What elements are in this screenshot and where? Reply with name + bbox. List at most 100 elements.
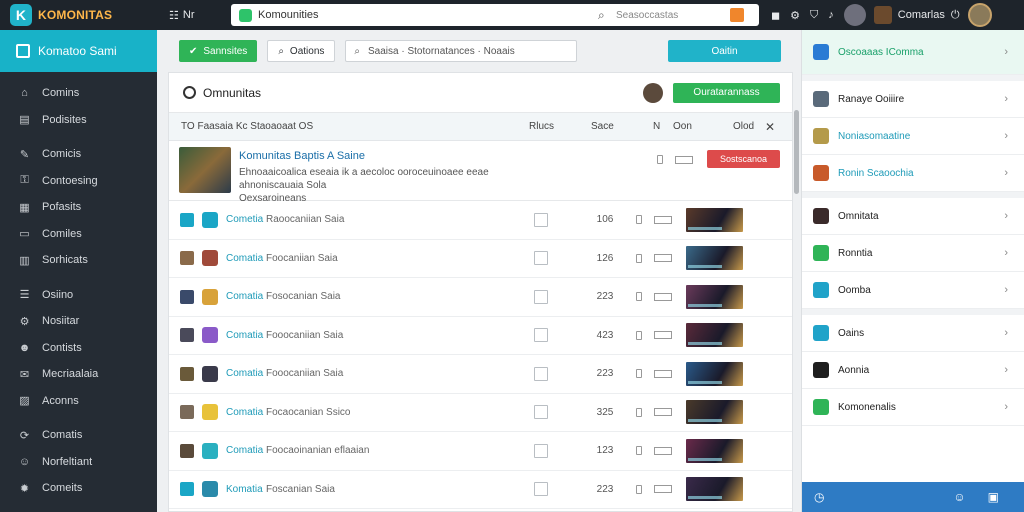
row-thumbnail[interactable] — [686, 207, 743, 232]
orange-tag-icon[interactable] — [730, 8, 744, 22]
brand[interactable]: K KOMONITAS — [0, 4, 157, 26]
column-header-2[interactable]: Sace — [591, 121, 653, 132]
table-row[interactable]: Comatia Fooocaniian Saia 423 — [169, 317, 792, 355]
card-action-button[interactable]: Ouratarannass — [673, 82, 780, 103]
row-checkbox[interactable] — [534, 212, 548, 227]
row-name[interactable]: Comatia — [226, 291, 266, 302]
row-avatar — [202, 481, 218, 498]
avatar[interactable] — [843, 4, 866, 26]
row-thumbnail[interactable] — [686, 246, 743, 271]
clock-icon[interactable]: ◷ — [814, 490, 824, 504]
row-thumbnail[interactable] — [686, 361, 743, 386]
primary-button[interactable]: Oaitin — [668, 40, 781, 62]
row-thumbnail[interactable] — [686, 400, 743, 425]
column-header-main[interactable]: TO Faasaia Kc Staoaoaat OS — [169, 121, 529, 132]
sidebar-item[interactable]: ⟳ Comatis — [0, 422, 157, 449]
row-name[interactable]: Comatia — [226, 445, 266, 456]
row-name[interactable]: Cometia — [226, 214, 266, 225]
column-header-4[interactable]: Oon — [673, 121, 733, 132]
featured-row[interactable]: Komunitas Baptis A Saine Ehnoaaicoalica … — [169, 141, 792, 204]
options-button[interactable]: ⌕ Oations — [267, 40, 336, 62]
right-panel-item[interactable]: Omnitata › — [802, 198, 1024, 235]
sidebar-item[interactable]: ☻ Contists — [0, 335, 157, 362]
row-checkbox[interactable] — [534, 366, 548, 381]
featured-red-button[interactable]: Sostscanoa — [707, 150, 780, 168]
right-panel-item[interactable]: Aonnia › — [802, 352, 1024, 389]
top-menu[interactable]: ☷ Nr — [157, 9, 227, 22]
table-row[interactable]: Comatia Fosocanian Saia 223 — [169, 278, 792, 317]
row-thumbnail[interactable] — [686, 284, 743, 309]
right-panel-item[interactable]: Noniasomaatine › — [802, 118, 1024, 155]
row-checkbox[interactable] — [534, 482, 548, 497]
refresh-icon: ⟳ — [19, 429, 30, 442]
user-menu[interactable]: Comarlas ⏻ — [873, 6, 960, 24]
row-name[interactable]: Comatia — [226, 330, 266, 341]
settings-icon[interactable]: ⚙ — [790, 9, 800, 22]
row-name[interactable]: Komatia — [226, 484, 266, 495]
sidebar-item[interactable]: ☰ Osiino — [0, 282, 157, 309]
sidebar-item[interactable]: ▦ Pofasits — [0, 194, 157, 221]
scrollbar[interactable] — [794, 110, 799, 194]
shield-icon[interactable]: ⛉ — [810, 9, 818, 22]
camera-icon[interactable]: ◼ — [771, 9, 780, 22]
column-header-3[interactable]: N — [653, 121, 673, 132]
doc-icon — [657, 155, 663, 164]
table-row[interactable]: Cometia Raoocaniian Saia 106 — [169, 201, 792, 240]
profile-avatar[interactable] — [967, 3, 992, 27]
search-input[interactable]: ⌕ Saaisa · Stotornatances · Noaais — [345, 40, 578, 62]
search-icon[interactable]: ⌕ — [598, 8, 612, 23]
table-row[interactable]: Comatia Foocaoinanian eflaaian 123 — [169, 432, 792, 471]
column-header-1[interactable]: Rlucs — [529, 121, 591, 132]
right-panel-item[interactable]: Ranaye Ooiiire › — [802, 81, 1024, 118]
power-icon[interactable]: ⏻ — [951, 9, 960, 22]
row-name[interactable]: Comatia — [226, 407, 266, 418]
sidebar-item[interactable]: ✉ Mecriaalaia — [0, 361, 157, 388]
sidebar-item[interactable]: ⚿ Contoesing — [0, 168, 157, 195]
right-panel-item[interactable]: Komonenalis › — [802, 389, 1024, 426]
monitor-icon[interactable]: ▣ — [988, 490, 999, 504]
row-thumbnail[interactable] — [686, 477, 743, 502]
row-checkbox[interactable] — [534, 251, 548, 266]
sidebar-header[interactable]: Komatoo Sami — [0, 30, 157, 72]
right-panel-item[interactable]: Oains › — [802, 315, 1024, 352]
row-checkbox[interactable] — [534, 328, 548, 343]
table-row[interactable]: Comatia Foocaniian Saia 126 — [169, 240, 792, 278]
bell-icon[interactable]: ♪ — [828, 9, 834, 21]
green-action-button[interactable]: ✔ Sannsites — [179, 40, 258, 62]
sidebar-item[interactable]: ▭ Comiles — [0, 221, 157, 248]
right-panel-item[interactable]: Ronntia › — [802, 235, 1024, 272]
row-checkbox[interactable] — [534, 405, 548, 420]
sidebar-item[interactable]: ⚙ Nosiitar — [0, 308, 157, 335]
search-placeholder[interactable]: Seasoccastas — [612, 10, 730, 21]
search-text: Saaisa · Stotornatances · Noaais — [368, 45, 515, 57]
sidebar-item[interactable]: ✎ Comicis — [0, 141, 157, 168]
sidebar-item[interactable]: ▨ Aconns — [0, 388, 157, 415]
table-row[interactable]: Comatia Focaocanian Ssico 325 — [169, 394, 792, 432]
row-name[interactable]: Comatia — [226, 253, 266, 264]
row-thumbnail[interactable] — [686, 323, 743, 348]
right-panel-item[interactable]: Oomba › — [802, 272, 1024, 309]
right-panel-item[interactable]: Oscoaaas IComma › — [802, 30, 1024, 75]
comment-icon — [654, 292, 672, 301]
row-checkbox[interactable] — [534, 443, 548, 458]
sidebar-item[interactable]: ☺ Norfeltiant — [0, 449, 157, 476]
sidebar-item[interactable]: ✹ Comeits — [0, 475, 157, 502]
row-checkbox[interactable] — [534, 289, 548, 304]
comment-icon — [654, 331, 672, 340]
close-icon[interactable]: ✕ — [765, 120, 785, 134]
row-thumbnail[interactable] — [686, 438, 743, 463]
right-panel-item[interactable]: Ronin Scaoochia › — [802, 155, 1024, 192]
table-row[interactable]: Komatia Foscanian Saia 223 — [169, 471, 792, 509]
table-row[interactable]: Comatia Fooocaniian Saia 223 — [169, 355, 792, 394]
row-subtitle: Focaocanian Ssico — [266, 406, 351, 418]
address-bar[interactable]: Komounities ⌕ Seasoccastas — [231, 4, 759, 26]
row-name[interactable]: Comatia — [226, 368, 266, 379]
avatar[interactable] — [643, 82, 663, 103]
sidebar-item[interactable]: ▥ Sorhicats — [0, 247, 157, 274]
column-header-5[interactable]: Olod — [733, 121, 765, 132]
chat-icon[interactable]: ☺ — [953, 490, 965, 504]
sidebar-item[interactable]: ⌂ Comins — [0, 80, 157, 107]
right-panel-item-label: Ronin Scaoochia — [838, 167, 914, 179]
sidebar-item[interactable]: ▤ Podisites — [0, 107, 157, 134]
featured-title[interactable]: Komunitas Baptis A Saine — [239, 150, 549, 162]
